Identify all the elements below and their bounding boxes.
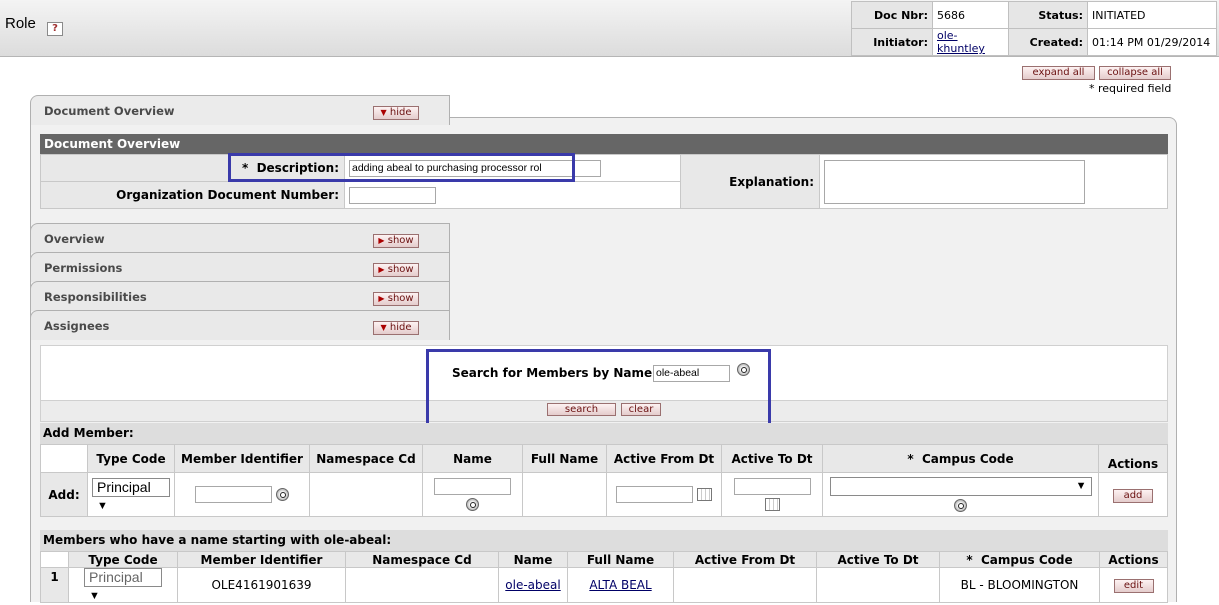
dropdown-arrow-icon: ▼ <box>1075 480 1087 492</box>
document-overview-hide-button[interactable]: ▼ hide <box>373 106 419 120</box>
add-member-button[interactable]: add <box>1113 488 1153 503</box>
table-row: 1 Principal ▼ OLE4161901639 ole-abeal AL… <box>40 567 1168 603</box>
org-doc-number-label: Organization Document Number: <box>40 181 345 209</box>
member-type-code-select[interactable]: Principal ▼ <box>84 568 162 602</box>
assignees-hide-button[interactable]: ▼ hide <box>373 321 419 335</box>
members-list-title: Members who have a name starting with ol… <box>40 530 1168 551</box>
doc-nbr-label: Doc Nbr: <box>851 1 933 29</box>
col-campus-code: * Campus Code <box>822 444 1099 473</box>
explanation-label: Explanation: <box>680 154 820 209</box>
col-namespace-cd: Namespace Cd <box>345 551 499 568</box>
help-icon[interactable]: ? <box>47 22 63 36</box>
member-active-from-cell <box>673 567 817 603</box>
add-campus-code-select[interactable]: ▼ <box>829 477 1092 496</box>
col-actions: Actions <box>1099 551 1168 568</box>
initiator-label: Initiator: <box>851 28 933 56</box>
add-member-table: Type Code Member Identifier Namespace Cd… <box>40 444 1168 517</box>
col-active-to-dt: Active To Dt <box>721 444 823 473</box>
member-name-link[interactable]: ole-abeal <box>505 578 560 592</box>
permissions-show-button[interactable]: ▶ show <box>373 263 419 277</box>
member-campus-cell: BL - BLOOMINGTON <box>939 567 1100 603</box>
tab-document-overview-title: Document Overview <box>44 104 175 118</box>
expand-all-button[interactable]: expand all <box>1022 66 1095 80</box>
responsibilities-show-button[interactable]: ▶ show <box>373 292 419 306</box>
member-identifier-cell: OLE4161901639 <box>177 567 346 603</box>
description-highlight-box <box>228 153 575 182</box>
initiator-link[interactable]: ole-khuntley <box>937 29 985 55</box>
add-name-input[interactable] <box>434 478 511 495</box>
dropdown-arrow-icon: ▼ <box>89 590 100 602</box>
col-name: Name <box>422 444 523 473</box>
caret-down-icon: ▼ <box>380 323 387 332</box>
campus-lookup-icon[interactable] <box>954 499 967 512</box>
add-active-from-input[interactable] <box>616 486 694 503</box>
member-identifier-lookup-icon[interactable] <box>275 488 289 501</box>
col-active-to-dt: Active To Dt <box>816 551 940 568</box>
search-highlight-box <box>426 349 771 433</box>
add-member-title: Add Member: <box>40 423 1168 444</box>
doc-nbr-value: 5686 <box>932 1 1009 29</box>
document-overview-form: * Description: adding abeal to purchasin… <box>40 154 1168 209</box>
col-member-identifier: Member Identifier <box>174 444 310 473</box>
col-active-from-dt: Active From Dt <box>673 551 817 568</box>
col-full-name: Full Name <box>522 444 607 473</box>
tab-overview: Overview ▶ show <box>30 223 1177 253</box>
col-name: Name <box>498 551 568 568</box>
tab-document-overview: Document Overview ▼ hide <box>30 95 1177 125</box>
document-overview-header: Document Overview <box>40 134 1168 154</box>
member-full-name-link[interactable]: ALTA BEAL <box>589 578 651 592</box>
tab-responsibilities: Responsibilities ▶ show <box>30 281 1177 311</box>
col-namespace-cd: Namespace Cd <box>309 444 423 473</box>
explanation-textarea[interactable] <box>824 159 1085 204</box>
add-active-to-input[interactable] <box>733 478 811 495</box>
add-type-code-select[interactable]: Principal ▼ <box>92 477 170 512</box>
col-campus-code: * Campus Code <box>939 551 1100 568</box>
col-active-from-dt: Active From Dt <box>606 444 722 473</box>
status-value: INITIATED <box>1087 1 1217 29</box>
tab-permissions: Permissions ▶ show <box>30 252 1177 282</box>
caret-right-icon: ▶ <box>378 236 385 245</box>
dropdown-arrow-icon: ▼ <box>97 499 108 512</box>
org-doc-number-input[interactable] <box>349 186 436 204</box>
tab-responsibilities-title: Responsibilities <box>44 290 147 304</box>
member-namespace-cell <box>345 567 499 603</box>
col-member-identifier: Member Identifier <box>177 551 346 568</box>
created-value: 01:14 PM 01/29/2014 <box>1087 28 1217 56</box>
col-type-code: Type Code <box>87 444 175 473</box>
col-type-code: Type Code <box>68 551 178 568</box>
caret-right-icon: ▶ <box>378 294 385 303</box>
col-full-name: Full Name <box>567 551 674 568</box>
tab-assignees-title: Assignees <box>44 319 110 333</box>
status-label: Status: <box>1008 1 1088 29</box>
document-info-table: Doc Nbr: 5686 Status: INITIATED Initiato… <box>851 1 1217 56</box>
col-actions: Actions <box>1098 444 1168 473</box>
calendar-icon[interactable] <box>696 488 712 501</box>
tab-overview-title: Overview <box>44 232 105 246</box>
name-lookup-icon[interactable] <box>466 498 479 511</box>
collapse-all-button[interactable]: collapse all <box>1099 66 1171 80</box>
member-edit-button[interactable]: edit <box>1113 579 1154 593</box>
tab-assignees: Assignees ▼ hide <box>30 310 1177 340</box>
created-label: Created: <box>1008 28 1088 56</box>
member-active-to-cell <box>816 567 940 603</box>
page-title: Role <box>5 15 36 32</box>
members-table: Type Code Member Identifier Namespace Cd… <box>40 551 1168 603</box>
tab-permissions-title: Permissions <box>44 261 123 275</box>
calendar-icon[interactable] <box>764 498 780 511</box>
caret-down-icon: ▼ <box>380 108 387 117</box>
add-row-label: Add: <box>40 472 88 517</box>
document-overview-section: Document Overview * Description: adding … <box>40 134 1168 209</box>
add-member-identifier-input[interactable] <box>195 486 273 503</box>
caret-right-icon: ▶ <box>378 265 385 274</box>
overview-show-button[interactable]: ▶ show <box>373 234 419 248</box>
required-field-note: * required field <box>1089 82 1172 95</box>
row-index: 1 <box>40 567 69 603</box>
